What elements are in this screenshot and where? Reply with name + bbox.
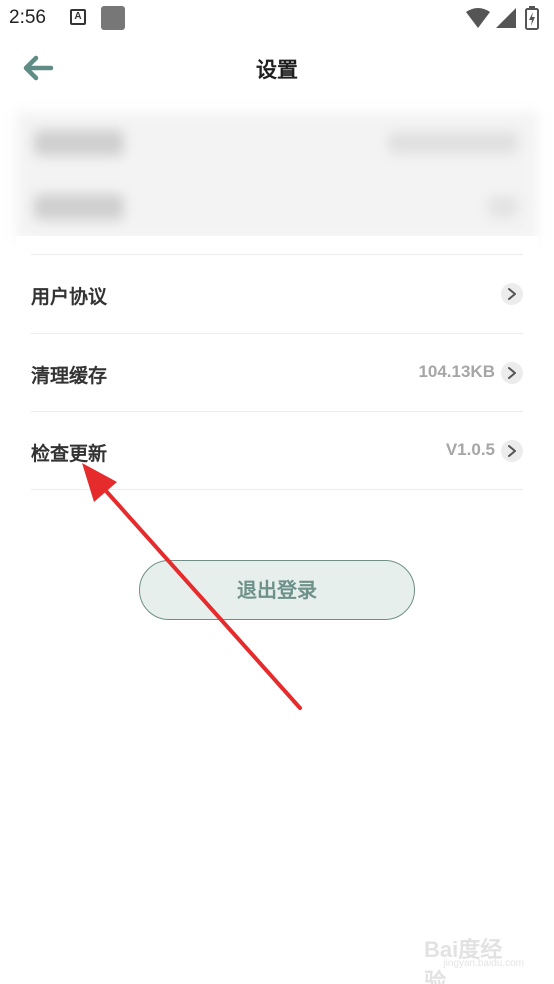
redacted-value — [488, 196, 518, 218]
setting-label: 清理缓存 — [31, 364, 108, 387]
header: 设置 — [0, 38, 554, 100]
chevron-right-icon — [501, 283, 523, 305]
status-right-icons — [466, 6, 539, 30]
setting-clear-cache[interactable]: 清理缓存 104.13KB — [31, 332, 523, 412]
chevron-right-icon — [501, 440, 523, 462]
notification-square-icon — [101, 6, 125, 30]
setting-check-update[interactable]: 检查更新 V1.0.5 — [31, 411, 523, 490]
redacted-row — [16, 112, 538, 176]
settings-screen: 2:56 A 设置 用户协议 清理缓存 104.13KB 检查更新 V1.0.5… — [0, 0, 554, 984]
signal-icon — [496, 8, 516, 28]
spacer — [16, 236, 538, 254]
setting-label: 用户协议 — [31, 286, 108, 308]
status-time: 2:56 — [9, 7, 46, 28]
redacted-label — [34, 194, 124, 220]
watermark-url: jingyan.baidu.com — [443, 958, 524, 969]
cache-size-value: 104.13KB — [418, 361, 495, 381]
logout-button[interactable]: 退出登录 — [139, 560, 415, 620]
chevron-right-icon — [501, 361, 523, 384]
version-value: V1.0.5 — [445, 440, 495, 459]
battery-charging-icon — [525, 6, 539, 30]
status-bar: 2:56 A — [0, 0, 554, 38]
setting-user-agreement[interactable]: 用户协议 — [31, 254, 523, 333]
baidu-watermark: Bai度经验 jingyan.baidu.com — [424, 932, 524, 984]
redacted-label — [34, 130, 124, 156]
redacted-account-info — [16, 112, 538, 240]
settings-list: 用户协议 清理缓存 104.13KB 检查更新 V1.0.5 — [31, 254, 523, 490]
wifi-icon — [466, 8, 490, 28]
page-title: 设置 — [256, 58, 298, 82]
redacted-row — [16, 176, 538, 240]
text-a-icon: A — [70, 9, 86, 25]
setting-label: 检查更新 — [31, 443, 108, 465]
redacted-value — [388, 132, 518, 154]
